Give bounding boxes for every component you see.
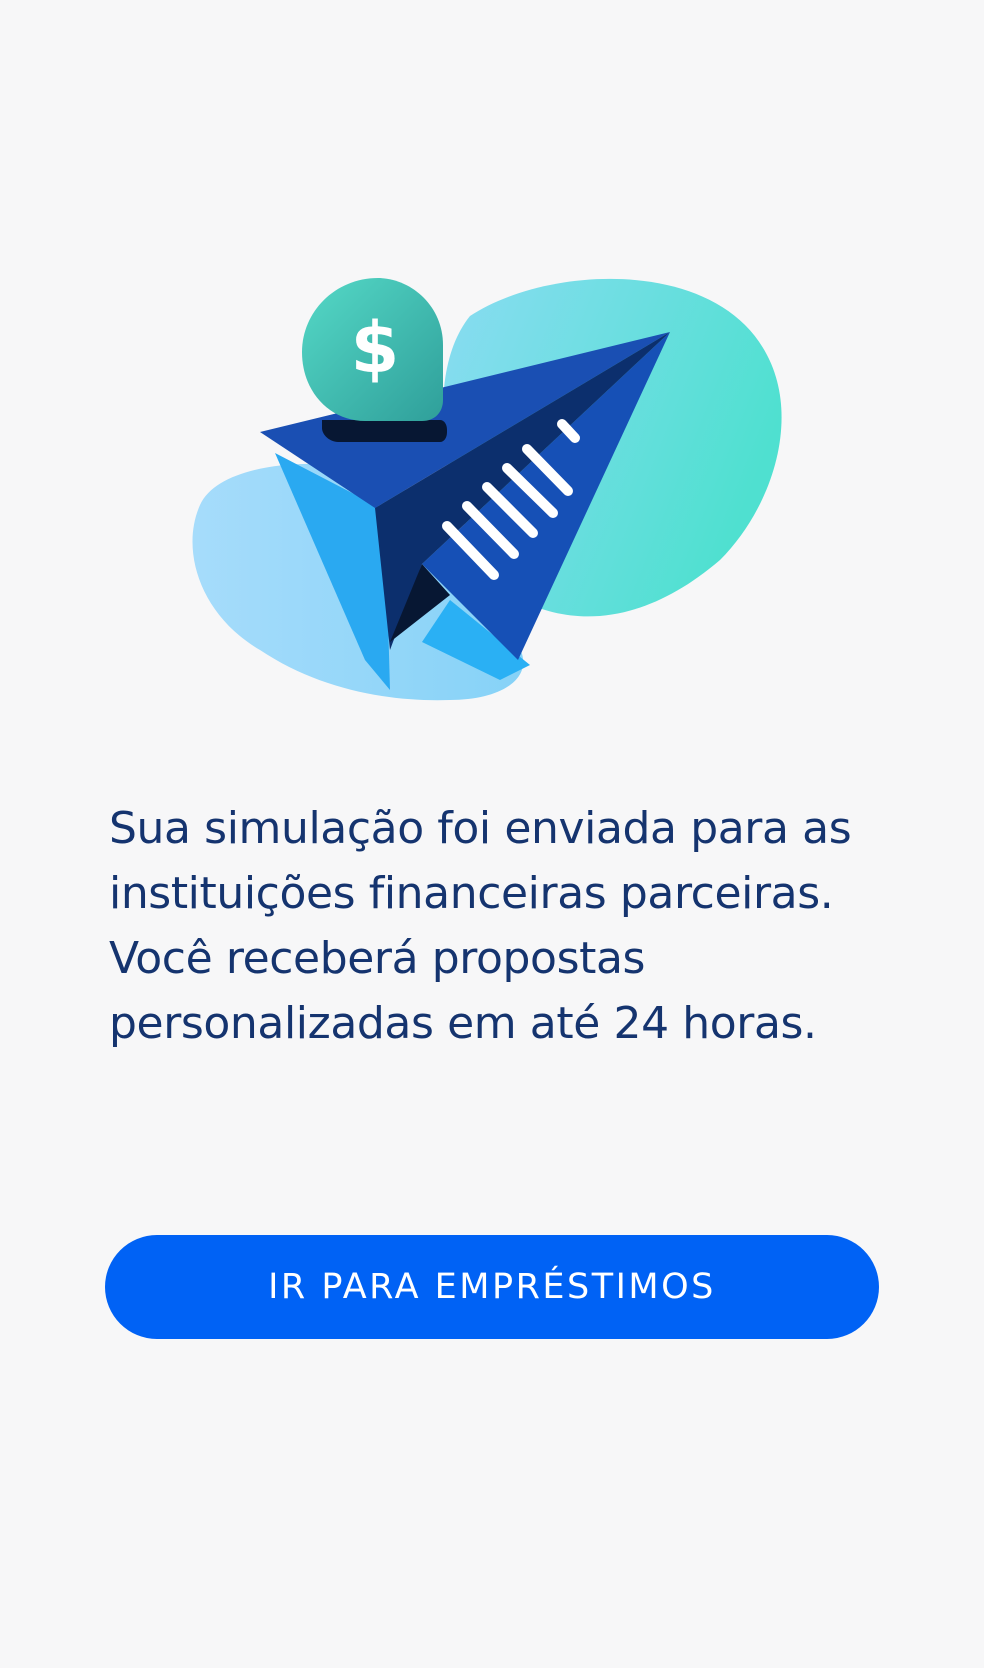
dollar-sign-icon: $ (351, 307, 400, 389)
paper-plane-illustration: $ (160, 270, 820, 740)
go-to-loans-button[interactable]: IR PARA EMPRÉSTIMOS (105, 1235, 879, 1339)
confirmation-message: Sua simulação foi enviada para as instit… (109, 803, 852, 1049)
paper-plane-with-dollar-icon: $ (192, 278, 782, 701)
confirmation-screen: $ Sua simulação foi enviada para as inst… (0, 0, 984, 1668)
badge-shadow (322, 420, 447, 442)
